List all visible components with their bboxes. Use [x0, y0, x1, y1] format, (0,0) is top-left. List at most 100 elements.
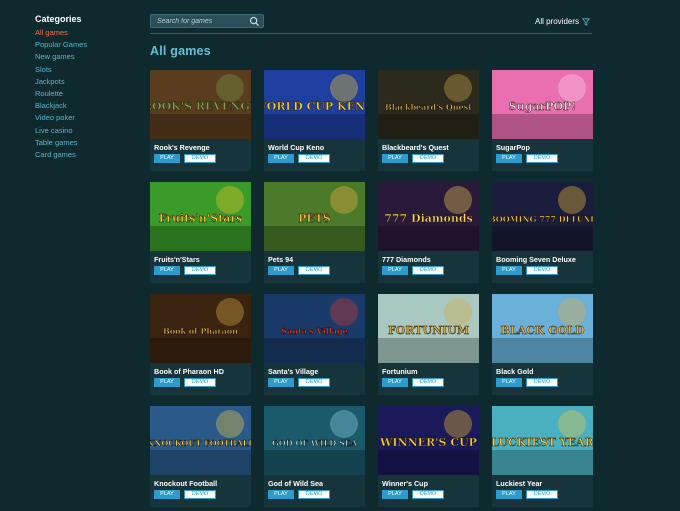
play-button[interactable]: PLAY [268, 378, 294, 387]
game-art: BOOMING 777 DELUXE [492, 182, 593, 251]
game-art: Blackbeard's Quest [378, 70, 479, 139]
play-button[interactable]: PLAY [496, 490, 522, 499]
game-art: GOD OF WILD SEA [264, 406, 365, 475]
play-button[interactable]: PLAY [382, 378, 408, 387]
demo-button[interactable]: DEMO [298, 154, 330, 163]
game-title: Booming Seven Deluxe [496, 255, 576, 264]
demo-button[interactable]: DEMO [298, 490, 330, 499]
play-button[interactable]: PLAY [154, 490, 180, 499]
category-item[interactable]: Roulette [35, 88, 135, 100]
game-thumbnail[interactable]: ROOK'S REVENGE [150, 70, 251, 139]
game-logo-text: BLACK GOLD [501, 324, 585, 337]
play-button[interactable]: PLAY [382, 266, 408, 275]
game-thumbnail[interactable]: Fruits'n'Stars [150, 182, 251, 251]
demo-button[interactable]: DEMO [298, 266, 330, 275]
game-title: Book of Pharaon HD [154, 367, 224, 376]
game-card: LUCKIEST YEAR Luckiest Year PLAY DEMO [492, 406, 593, 507]
game-title: Fortunium [382, 367, 418, 376]
category-item[interactable]: Card games [35, 149, 135, 161]
category-item[interactable]: Video poker [35, 112, 135, 124]
play-button[interactable]: PLAY [268, 154, 294, 163]
demo-button[interactable]: DEMO [298, 378, 330, 387]
game-card: WORLD CUP KENO World Cup Keno PLAY DEMO [264, 70, 365, 171]
game-card: PETS Pets 94 PLAY DEMO [264, 182, 365, 283]
play-button[interactable]: PLAY [154, 154, 180, 163]
demo-button[interactable]: DEMO [184, 266, 216, 275]
game-card: BOOMING 777 DELUXE Booming Seven Deluxe PL… [492, 182, 593, 283]
game-thumbnail[interactable]: FORTUNIUM [378, 294, 479, 363]
demo-button[interactable]: DEMO [184, 378, 216, 387]
game-thumbnail[interactable]: BLACK GOLD [492, 294, 593, 363]
game-art: Santa's Village [264, 294, 365, 363]
game-thumbnail[interactable]: SugarPOP! [492, 70, 593, 139]
game-logo-text: WINNER'S CUP [379, 436, 477, 449]
game-card: 777 Diamonds 777 Diamonds PLAY DEMO [378, 182, 479, 283]
game-thumbnail[interactable]: Santa's Village [264, 294, 365, 363]
categories-heading: Categories [35, 14, 82, 24]
category-item[interactable]: All games [35, 27, 135, 39]
game-actions: PLAY DEMO [492, 265, 593, 275]
category-item[interactable]: Blackjack [35, 100, 135, 112]
providers-label: All providers [534, 17, 579, 26]
category-item[interactable]: Jackpots [35, 76, 135, 88]
game-title: SugarPop [496, 143, 530, 152]
top-bar: All providers [150, 14, 592, 34]
game-title: Black Gold [496, 367, 534, 376]
game-card: Fruits'n'Stars Fruits'n'Stars PLAY DEMO [150, 182, 251, 283]
game-thumbnail[interactable]: WINNER'S CUP [378, 406, 479, 475]
category-item[interactable]: Popular Games [35, 39, 135, 51]
game-logo-text: WORLD CUP KENO [264, 100, 365, 113]
play-button[interactable]: PLAY [496, 266, 522, 275]
play-button[interactable]: PLAY [268, 266, 294, 275]
game-art: Fruits'n'Stars [150, 182, 251, 251]
play-button[interactable]: PLAY [382, 490, 408, 499]
game-thumbnail[interactable]: LUCKIEST YEAR [492, 406, 593, 475]
play-button[interactable]: PLAY [382, 154, 408, 163]
game-thumbnail[interactable]: PETS [264, 182, 365, 251]
game-card: Blackbeard's Quest Blackbeard's Quest PLAY… [378, 70, 479, 171]
game-thumbnail[interactable]: Blackbeard's Quest [378, 70, 479, 139]
play-button[interactable]: PLAY [268, 490, 294, 499]
games-grid: ROOK'S REVENGERook's RevengePLAYDEMOWORL… [150, 70, 593, 507]
category-item[interactable]: Live casino [35, 125, 135, 137]
game-actions: PLAY DEMO [150, 265, 251, 275]
game-art: WORLD CUP KENO [264, 70, 365, 139]
play-button[interactable]: PLAY [154, 266, 180, 275]
category-item[interactable]: Slots [35, 64, 135, 76]
demo-button[interactable]: DEMO [412, 490, 444, 499]
game-title: Santa's Village [268, 367, 319, 376]
game-title: God of Wild Sea [268, 479, 324, 488]
demo-button[interactable]: DEMO [184, 154, 216, 163]
game-thumbnail[interactable]: WORLD CUP KENO [264, 70, 365, 139]
game-thumbnail[interactable]: BOOMING 777 DELUXE [492, 182, 593, 251]
game-thumbnail[interactable]: 777 Diamonds [378, 182, 479, 251]
game-logo-text: 777 Diamonds [384, 212, 473, 225]
game-thumbnail[interactable]: GOD OF WILD SEA [264, 406, 365, 475]
play-button[interactable]: PLAY [496, 378, 522, 387]
demo-button[interactable]: DEMO [526, 266, 558, 275]
search-input[interactable] [157, 16, 247, 27]
game-title: Winner's Cup [382, 479, 428, 488]
game-logo-text: Book of Pharaon [163, 326, 238, 336]
game-actions: PLAY DEMO [378, 153, 479, 163]
search-icon[interactable] [249, 16, 260, 27]
game-actions: PLAY DEMO [264, 489, 365, 499]
game-thumbnail[interactable]: KNOCKOUT FOOTBALL [150, 406, 251, 475]
category-item[interactable]: Table games [35, 137, 135, 149]
category-item[interactable]: New games [35, 51, 135, 63]
demo-button[interactable]: DEMO [412, 378, 444, 387]
game-thumbnail[interactable]: Book of Pharaon [150, 294, 251, 363]
demo-button[interactable]: DEMO [526, 378, 558, 387]
demo-button[interactable]: DEMO [526, 490, 558, 499]
providers-filter[interactable]: All providers [535, 17, 590, 26]
search-box[interactable] [150, 14, 264, 28]
game-logo-text: LUCKIEST YEAR [492, 436, 593, 449]
demo-button[interactable]: DEMO [184, 490, 216, 499]
demo-button[interactable]: DEMO [526, 154, 558, 163]
demo-button[interactable]: DEMO [412, 266, 444, 275]
play-button[interactable]: PLAY [496, 154, 522, 163]
game-actions: PLAY DEMO [264, 265, 365, 275]
play-button[interactable]: PLAY [154, 378, 180, 387]
game-title: Blackbeard's Quest [382, 143, 449, 152]
demo-button[interactable]: DEMO [412, 154, 444, 163]
